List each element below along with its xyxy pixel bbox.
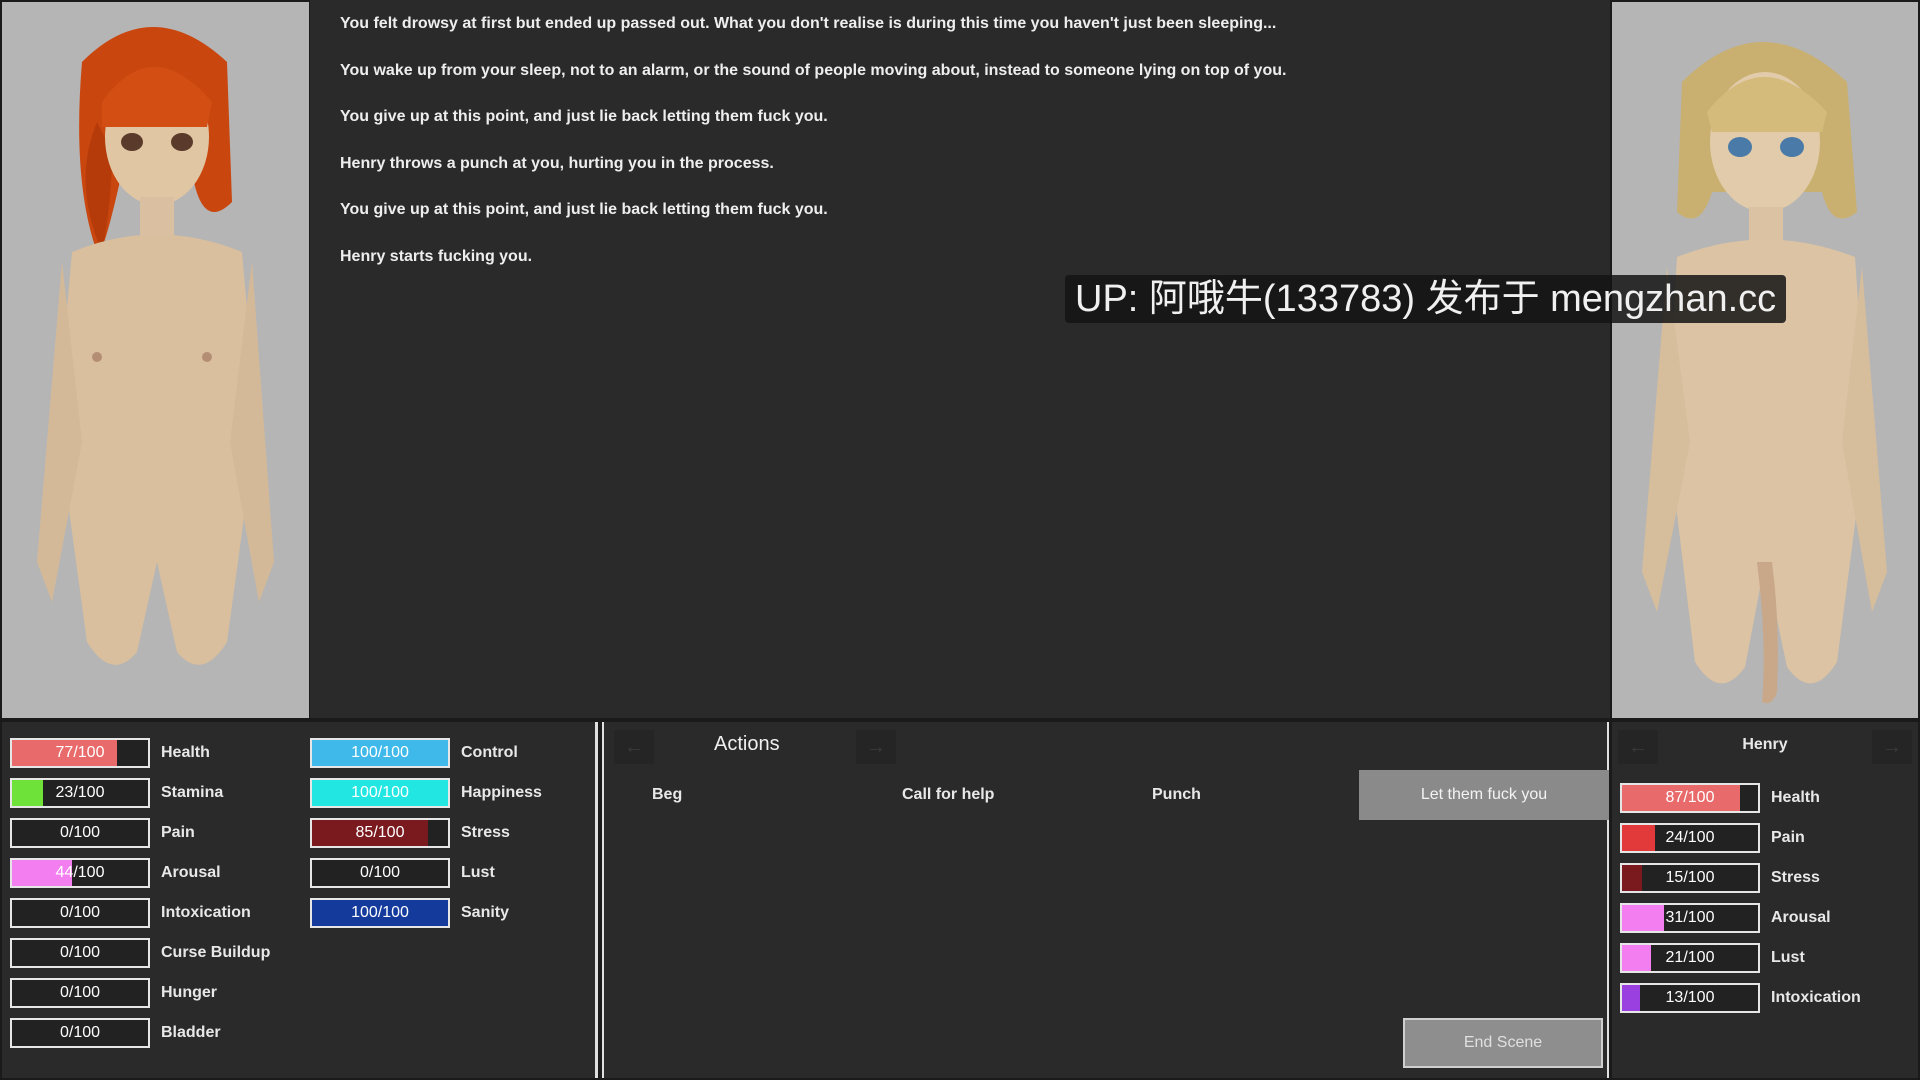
actions-title: Actions — [714, 733, 780, 755]
actions-next-arrow-icon[interactable]: → — [856, 730, 896, 764]
intoxication-bar: 0/100 — [10, 898, 150, 928]
log-line: You felt drowsy at first but ended up pa… — [340, 15, 1277, 32]
stat-pain: 0/100 Pain — [10, 818, 195, 848]
lust-bar: 0/100 — [310, 858, 450, 888]
npc-intoxication-bar: 13/100 — [1620, 983, 1760, 1013]
stat-hunger: 0/100 Hunger — [10, 978, 217, 1008]
log-line: You give up at this point, and just lie … — [340, 201, 828, 219]
message-log: You felt drowsy at first but ended up pa… — [310, 0, 1610, 718]
npc-header: ← Henry → — [1612, 722, 1918, 770]
npc-stat-health: 87/100 Health — [1620, 783, 1820, 813]
pain-bar: 0/100 — [10, 818, 150, 848]
curse-buildup-bar: 0/100 — [10, 938, 150, 968]
npc-stress-bar: 15/100 — [1620, 863, 1760, 893]
hunger-bar: 0/100 — [10, 978, 150, 1008]
log-line: Henry starts fucking you. — [340, 247, 533, 265]
action-beg-button[interactable]: Beg — [652, 770, 802, 820]
log-line: You wake up from your sleep, not to an a… — [340, 61, 1287, 79]
action-let-them-button[interactable]: Let them fuck you — [1359, 770, 1609, 820]
player-stats-panel: 77/100 Health 23/100 Stamina 0/100 Pain … — [2, 722, 598, 1078]
health-bar: 77/100 — [10, 738, 150, 768]
stat-curse-buildup: 0/100 Curse Buildup — [10, 938, 270, 968]
stat-health: 77/100 Health — [10, 738, 210, 768]
log-line: You give up at this point, and just lie … — [340, 108, 828, 126]
log-line: Henry throws a punch at you, hurting you… — [340, 154, 774, 172]
stat-stamina: 23/100 Stamina — [10, 778, 223, 808]
happiness-bar: 100/100 — [310, 778, 450, 808]
arousal-bar: 44/100 — [10, 858, 150, 888]
stat-bladder: 0/100 Bladder — [10, 1018, 221, 1048]
action-call-for-help-button[interactable]: Call for help — [902, 770, 1062, 820]
npc-portrait — [1612, 2, 1918, 718]
npc-health-bar: 87/100 — [1620, 783, 1760, 813]
npc-arousal-bar: 31/100 — [1620, 903, 1760, 933]
actions-panel: ← Actions → Beg Call for help Punch Let … — [602, 722, 1609, 1078]
npc-stats-panel: ← Henry → 87/100 Health 24/100 Pain 15/1… — [1612, 722, 1918, 1078]
stat-intoxication: 0/100 Intoxication — [10, 898, 251, 928]
action-punch-button[interactable]: Punch — [1152, 770, 1302, 820]
control-bar: 100/100 — [310, 738, 450, 768]
stat-happiness: 100/100 Happiness — [310, 778, 542, 808]
npc-stat-lust: 21/100 Lust — [1620, 943, 1805, 973]
actions-header: ← Actions → — [604, 722, 1607, 770]
stamina-bar: 23/100 — [10, 778, 150, 808]
watermark: UP: 阿哦牛(133783) 发布于 mengzhan.cc — [1065, 275, 1787, 323]
npc-stat-stress: 15/100 Stress — [1620, 863, 1820, 893]
npc-stat-pain: 24/100 Pain — [1620, 823, 1805, 853]
stat-arousal: 44/100 Arousal — [10, 858, 221, 888]
npc-lust-bar: 21/100 — [1620, 943, 1760, 973]
npc-stat-arousal: 31/100 Arousal — [1620, 903, 1831, 933]
actions-prev-arrow-icon[interactable]: ← — [614, 730, 654, 764]
npc-next-arrow-icon[interactable]: → — [1872, 730, 1912, 764]
npc-pain-bar: 24/100 — [1620, 823, 1760, 853]
sanity-bar: 100/100 — [310, 898, 450, 928]
npc-stat-intoxication: 13/100 Intoxication — [1620, 983, 1861, 1013]
end-scene-button[interactable]: End Scene — [1403, 1018, 1603, 1068]
bladder-bar: 0/100 — [10, 1018, 150, 1048]
stat-stress: 85/100 Stress — [310, 818, 510, 848]
stat-sanity: 100/100 Sanity — [310, 898, 509, 928]
stat-control: 100/100 Control — [310, 738, 518, 768]
stat-lust: 0/100 Lust — [310, 858, 495, 888]
stress-bar: 85/100 — [310, 818, 450, 848]
player-portrait — [2, 2, 309, 718]
